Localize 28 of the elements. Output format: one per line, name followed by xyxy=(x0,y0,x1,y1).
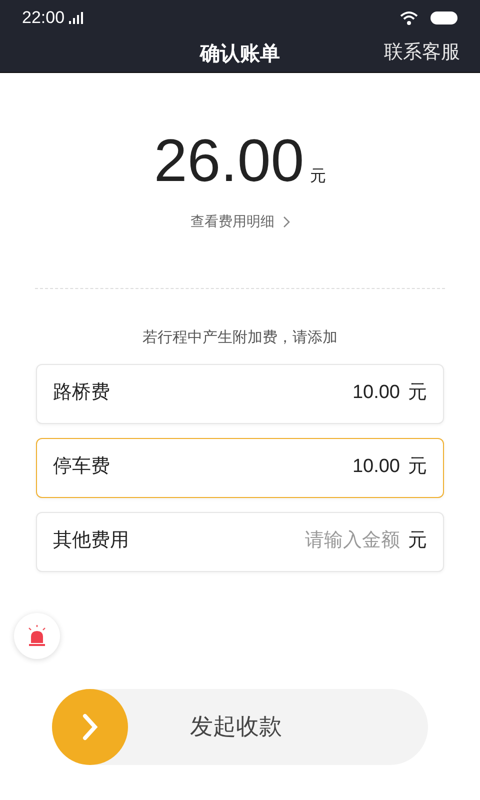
fee-detail-link[interactable]: 查看费用明细 xyxy=(190,211,290,232)
extra-fee-hint: 若行程中产生附加费，请添加 xyxy=(142,328,338,348)
slide-to-collect-button[interactable]: 发起收款 xyxy=(52,688,428,764)
fee-row[interactable]: 其他费用 请输入金额 元 xyxy=(36,512,444,572)
battery-icon xyxy=(430,11,458,25)
currency-unit: 元 xyxy=(310,167,326,187)
status-time: 22:00 xyxy=(22,7,65,30)
alarm-button[interactable] xyxy=(14,612,60,658)
contact-support-link[interactable]: 联系客服 xyxy=(384,39,460,68)
wifi-icon xyxy=(400,11,418,25)
total-amount: 26.00 xyxy=(154,131,304,191)
amount-field[interactable]: 10.00 xyxy=(240,379,400,408)
currency-unit: 元 xyxy=(408,381,427,406)
page-title: 确认账单 xyxy=(200,42,280,67)
signal-icon xyxy=(68,12,83,24)
fee-row[interactable]: 停车费 10.00 元 xyxy=(36,438,444,498)
chevron-right-icon xyxy=(282,216,290,228)
chevron-right-icon xyxy=(82,712,98,740)
currency-unit: 元 xyxy=(408,455,427,480)
fee-row[interactable]: 路桥费 10.00 元 xyxy=(36,364,444,424)
currency-unit: 元 xyxy=(408,529,427,554)
fee-label: 其他费用 xyxy=(53,529,129,554)
fee-label: 停车费 xyxy=(53,455,110,480)
slide-button-label: 发起收款 xyxy=(190,712,282,742)
amount-field[interactable]: 10.00 xyxy=(240,453,400,482)
fee-label: 路桥费 xyxy=(53,381,110,406)
amount-field[interactable]: 请输入金额 xyxy=(240,527,400,556)
siren-icon xyxy=(27,624,47,646)
